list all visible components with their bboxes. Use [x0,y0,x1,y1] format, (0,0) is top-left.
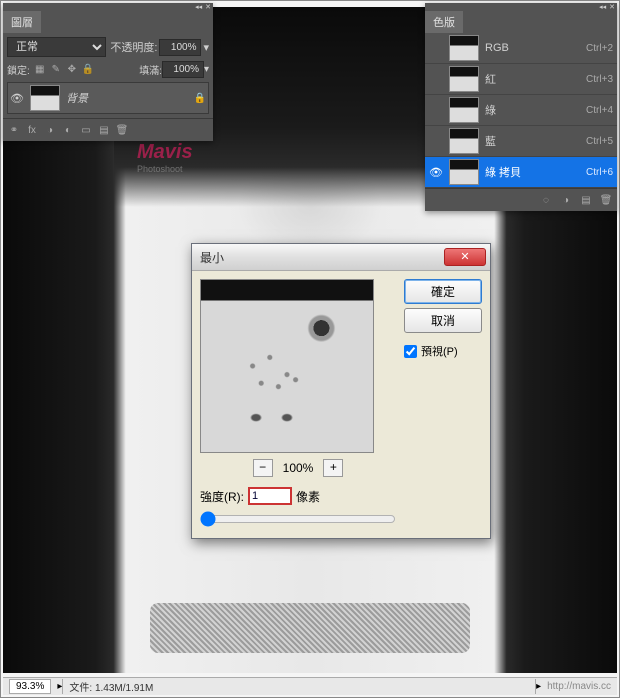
layers-panel: ◂◂ ✕ 圖層 正常 不透明度: 100% ▾ 鎖定: ▦ ✎ ✥ 🔒 填滿: … [3,3,213,141]
dialog-title: 最小 [200,249,444,266]
channel-shortcut: Ctrl+4 [586,105,613,116]
layers-panel-footer: ⚭ fx ◑ ◐ ▭ ▤ 🗑 [3,118,213,141]
collapse-icon[interactable]: ◂◂ [599,3,606,11]
status-doc-size[interactable]: 文件: 1.43M/1.91M [62,679,536,694]
cancel-button[interactable]: 取消 [404,308,482,333]
layer-name[interactable]: 背景 [66,90,188,106]
close-panel-icon[interactable]: ✕ [205,3,211,11]
blend-mode-select[interactable]: 正常 [7,37,106,57]
new-channel-icon[interactable]: ▤ [579,193,593,207]
collapse-icon[interactable]: ◂◂ [195,3,202,11]
preview-checkbox-row[interactable]: 預視(P) [404,343,482,359]
lock-label: 鎖定: [7,62,30,77]
watermark-text: Mavis [137,141,193,163]
zoom-in-button[interactable]: + [323,459,343,477]
visibility-eye-icon[interactable]: 👁 [10,92,24,105]
channel-thumbnail[interactable] [449,66,479,92]
status-url: http://mavis.cc [541,681,617,692]
group-icon[interactable]: ▭ [79,123,93,137]
dialog-titlebar[interactable]: 最小 ✕ [192,244,490,271]
radius-label: 強度(R): [200,488,244,505]
image-region-necklace [150,603,469,653]
opacity-value[interactable]: 100% [159,39,201,56]
channels-panel-footer: ◌ ◑ ▤ 🗑 [425,188,617,211]
channel-row[interactable]: 藍 Ctrl+5 [425,126,617,157]
lock-position-icon[interactable]: ✥ [66,64,78,76]
status-zoom[interactable]: 93.3% [9,679,51,694]
fill-label: 填滿: [139,62,162,77]
save-selection-icon[interactable]: ◑ [559,193,573,207]
layer-row[interactable]: 👁 背景 🔒 [7,82,209,114]
channel-row[interactable]: RGB Ctrl+2 [425,33,617,64]
link-layers-icon[interactable]: ⚭ [7,123,21,137]
zoom-out-button[interactable]: − [253,459,273,477]
lock-pixels-icon[interactable]: ✎ [50,64,62,76]
channel-label: RGB [485,42,580,54]
load-selection-icon[interactable]: ◌ [539,193,553,207]
channel-row[interactable]: 綠 Ctrl+4 [425,95,617,126]
channels-tab[interactable]: 色版 [425,11,463,33]
radius-input[interactable] [248,487,292,505]
channels-panel: ◂◂ ✕ 色版 RGB Ctrl+2 紅 Ctrl+3 綠 Ctrl+4 藍 Ctrl+5 👁 綠… [425,3,617,211]
channel-row[interactable]: 紅 Ctrl+3 [425,64,617,95]
preview-checkbox[interactable] [404,345,417,358]
close-panel-icon[interactable]: ✕ [609,3,615,11]
panel-title-bar[interactable]: ◂◂ ✕ [425,3,617,11]
channel-row[interactable]: 👁 綠 拷貝 Ctrl+6 [425,157,617,188]
channel-shortcut: Ctrl+3 [586,74,613,85]
chevron-down-icon[interactable]: ▾ [204,64,209,75]
zoom-percent: 100% [283,461,314,475]
channel-label: 藍 [485,133,580,149]
channel-label: 綠 [485,102,580,118]
layer-thumbnail[interactable] [30,85,60,111]
channel-thumbnail[interactable] [449,128,479,154]
visibility-eye-icon[interactable]: 👁 [429,166,443,179]
watermark: Mavis Photoshoot [137,141,193,174]
watermark-sub: Photoshoot [137,164,193,174]
ok-button[interactable]: 確定 [404,279,482,304]
lock-all-icon[interactable]: 🔒 [82,64,94,76]
lock-transparency-icon[interactable]: ▦ [34,64,46,76]
trash-icon[interactable]: 🗑 [115,123,129,137]
mask-icon[interactable]: ◑ [43,123,57,137]
opacity-label: 不透明度: [110,39,157,55]
lock-icon: 🔒 [194,93,206,104]
channel-shortcut: Ctrl+5 [586,136,613,147]
minimum-filter-dialog: 最小 ✕ − 100% + 強度(R): 像素 確定 取消 [191,243,491,539]
filter-preview[interactable] [200,279,374,453]
channel-thumbnail[interactable] [449,35,479,61]
channel-label: 綠 拷貝 [485,164,580,180]
preview-image [201,280,373,452]
channel-shortcut: Ctrl+6 [586,167,613,178]
layers-tab[interactable]: 圖層 [3,11,41,33]
fx-icon[interactable]: fx [25,123,39,137]
channel-thumbnail[interactable] [449,97,479,123]
radius-slider[interactable] [200,511,396,527]
new-layer-icon[interactable]: ▤ [97,123,111,137]
channel-shortcut: Ctrl+2 [586,43,613,54]
channel-thumbnail[interactable] [449,159,479,185]
status-bar: 93.3% ▸ 文件: 1.43M/1.91M ▸ http://mavis.c… [3,677,617,695]
panel-title-bar[interactable]: ◂◂ ✕ [3,3,213,11]
preview-checkbox-label: 預視(P) [421,343,458,359]
fill-value[interactable]: 100% [162,61,204,78]
radius-unit: 像素 [296,488,320,505]
trash-icon[interactable]: 🗑 [599,193,613,207]
channel-label: 紅 [485,71,580,87]
adjustment-layer-icon[interactable]: ◐ [61,123,75,137]
chevron-down-icon[interactable]: ▾ [203,41,209,54]
close-button[interactable]: ✕ [444,248,486,266]
